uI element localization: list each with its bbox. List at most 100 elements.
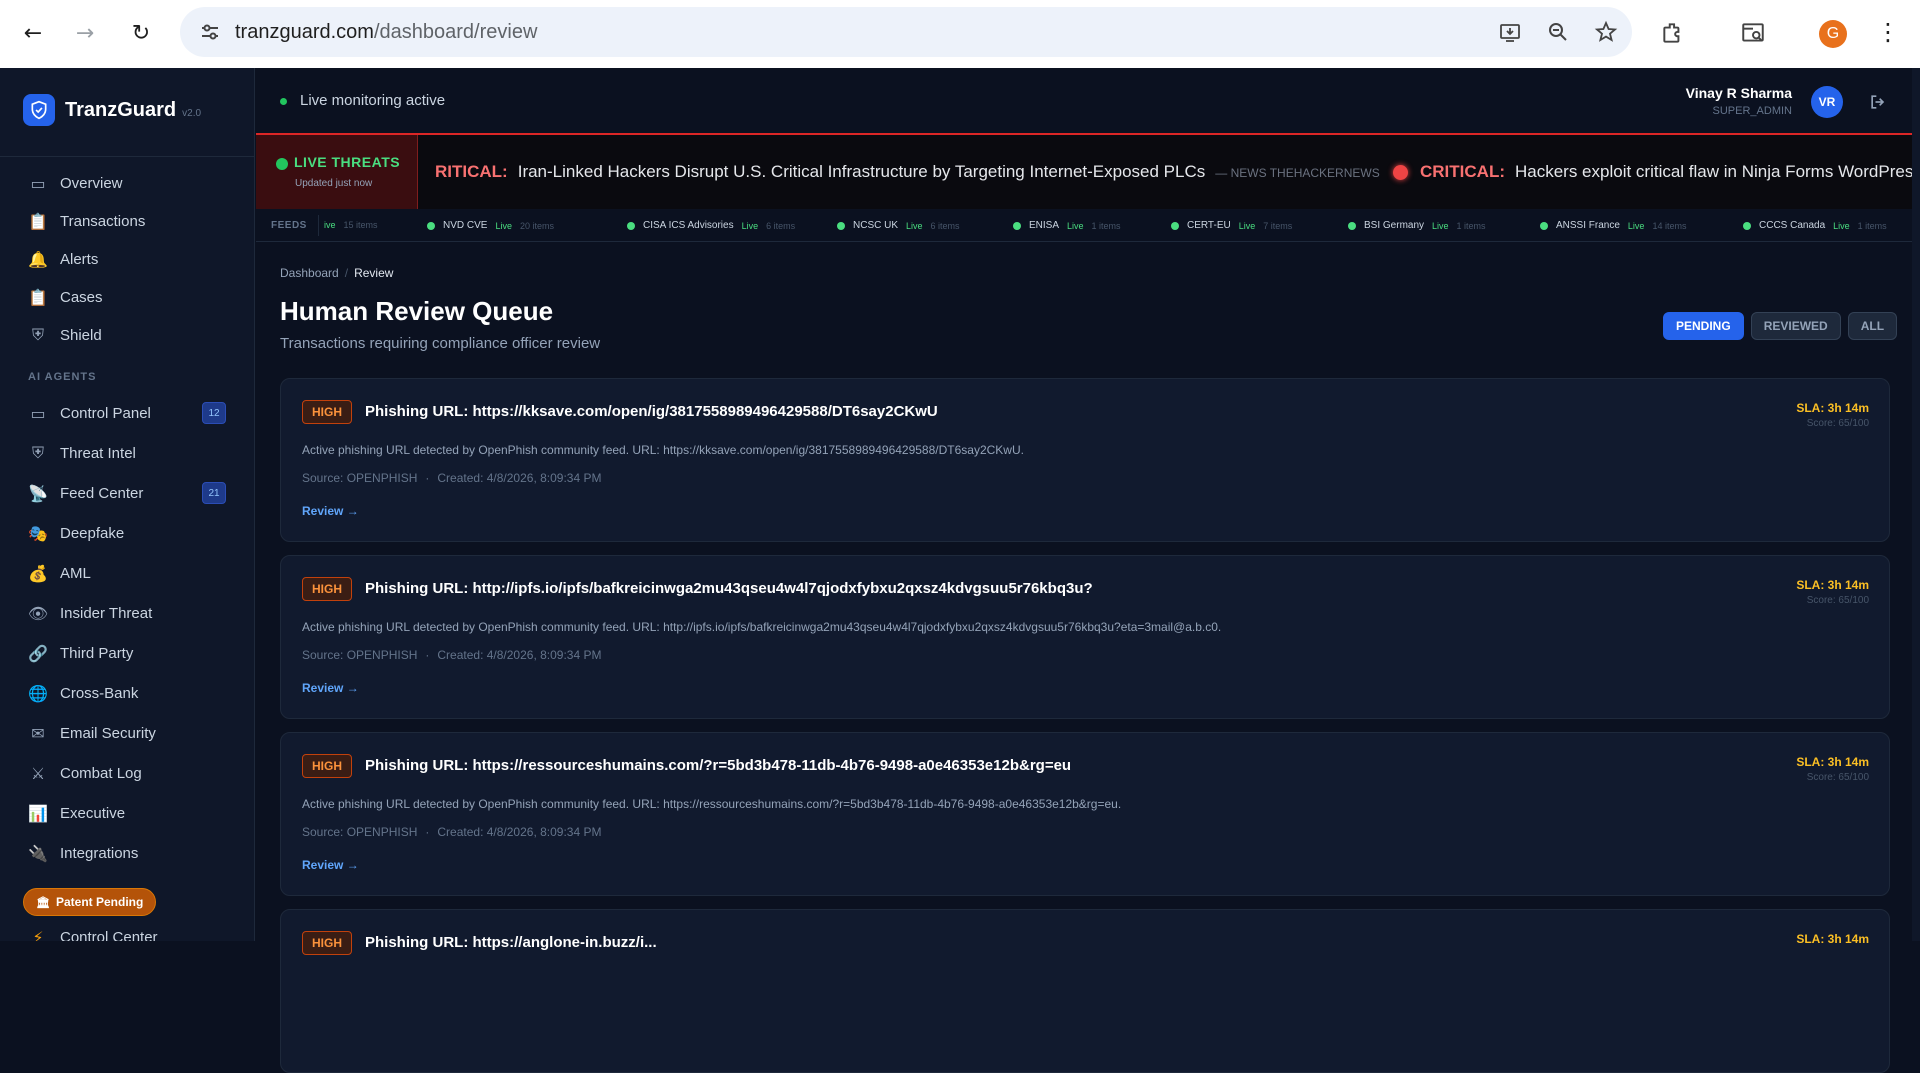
feed-status: Live [495, 220, 512, 231]
review-card[interactable]: HIGH Phishing URL: https://kksave.com/ope… [280, 378, 1890, 542]
ticker-item[interactable]: RITICAL: Iran-Linked Hackers Disrupt U.S.… [435, 162, 1380, 182]
sidebar-item-email-security[interactable]: ✉ Email Security [28, 718, 228, 748]
feed-name: ENISA [1029, 220, 1060, 231]
sidebar-item-label: Cross-Bank [60, 684, 139, 702]
severity-badge: HIGH [302, 400, 352, 424]
extensions-icon[interactable] [1660, 20, 1686, 46]
feed-count: 6 items [930, 220, 960, 231]
feed-status-dot [1743, 221, 1751, 230]
reload-icon[interactable]: ↻ [124, 16, 158, 50]
sidebar-item-transactions[interactable]: 📋 Transactions [28, 206, 228, 236]
review-link[interactable]: Review → [302, 504, 359, 518]
sla-timer: SLA: 3h 14m [1796, 401, 1869, 415]
sidebar-item-label: Insider Threat [60, 604, 153, 622]
feed-status: Live [1067, 220, 1084, 231]
feed-name: CCCS Canada [1759, 220, 1826, 231]
back-icon[interactable]: ← [16, 16, 50, 50]
sidebar-item-deepfake[interactable]: 🎭 Deepfake [28, 518, 228, 548]
feed-item[interactable]: CCCS Canada Live 1 items [1743, 220, 1887, 231]
feed-name: CISA ICS Advisories [643, 220, 734, 231]
feed-count: 7 items [1263, 220, 1293, 231]
card-description: Active phishing URL detected by OpenPhis… [302, 797, 1122, 811]
browser-menu-icon[interactable]: ⋮ [1876, 18, 1900, 46]
card-source: Source: OPENPHISH [302, 648, 418, 662]
sidebar-item-shield[interactable]: ⛨ Shield [28, 320, 228, 350]
sidebar-item-control-panel[interactable]: ▭ Control Panel [28, 398, 228, 428]
feed-item[interactable]: ANSSI France Live 14 items [1540, 220, 1686, 231]
filter-pending-button[interactable]: PENDING [1663, 312, 1744, 340]
logout-icon[interactable] [1868, 92, 1888, 112]
ticker-title: LIVE THREATS [294, 154, 401, 170]
sidebar-item-label: Alerts [60, 250, 99, 268]
swords-icon: ⚔ [30, 763, 46, 783]
sidebar-item-label: Control Panel [60, 404, 151, 422]
card-meta: Source: OPENPHISH · Created: 4/8/2026, 8:0… [302, 471, 602, 485]
forward-icon[interactable]: → [68, 16, 102, 50]
sidebar-item-threat-intel[interactable]: ⛨ Threat Intel [28, 438, 228, 468]
ticker-item[interactable]: CRITICAL: Hackers exploit critical flaw i… [1420, 162, 1920, 182]
card-created: Created: 4/8/2026, 8:09:34 PM [437, 471, 602, 485]
user-avatar[interactable]: VR [1811, 86, 1843, 118]
patent-pending-badge[interactable]: 🏛 Patent Pending [23, 888, 157, 916]
review-card[interactable]: HIGH Phishing URL: http://ipfs.io/ipfs/ba… [280, 555, 1890, 719]
review-link[interactable]: Review → [302, 858, 359, 872]
review-card[interactable]: HIGH Phishing URL: https://anglone-in.buz… [280, 909, 1890, 1073]
feed-status-dot [427, 221, 435, 230]
review-card[interactable]: HIGH Phishing URL: https://ressourceshuma… [280, 732, 1890, 896]
sidebar-item-cases[interactable]: 📋 Cases [28, 282, 228, 312]
card-source: Source: OPENPHISH [302, 471, 418, 485]
shield-logo-icon [23, 94, 55, 126]
filter-all-button[interactable]: ALL [1847, 312, 1898, 340]
review-link[interactable]: Review → [302, 681, 359, 695]
feed-item[interactable]: BSI Germany Live 1 items [1348, 220, 1486, 231]
feed-count: 1 items [1091, 220, 1121, 231]
sidebar-item-alerts[interactable]: 🔔 Alerts [28, 244, 228, 274]
brand[interactable]: TranzGuard v2.0 [23, 94, 201, 126]
sidebar-item-feed-center[interactable]: 📡 Feed Center [28, 478, 228, 508]
live-threats-ticker: LIVE THREATS Updated just now RITICAL: Ir… [256, 133, 1920, 209]
user-role: SUPER_ADMIN [1712, 105, 1792, 117]
sidebar-item-aml[interactable]: 💰 AML [28, 558, 228, 588]
feed-item[interactable]: CISA ICS Advisories Live 6 items [627, 220, 795, 231]
sidebar-item-label: Integrations [60, 844, 139, 862]
sidebar-item-cross-bank[interactable]: 🌐 Cross-Bank [28, 678, 228, 708]
ticker-headline: Iran-Linked Hackers Disrupt U.S. Critica… [517, 162, 1206, 181]
sidebar-item-label: AML [60, 564, 91, 582]
card-meta: Source: OPENPHISH · Created: 4/8/2026, 8:0… [302, 648, 602, 662]
site-settings-icon[interactable] [198, 20, 222, 44]
divider [0, 156, 254, 157]
sidebar-item-label: Cases [60, 288, 103, 306]
address-bar[interactable]: tranzguard.com/dashboard/review [180, 7, 1632, 57]
filter-reviewed-button[interactable]: REVIEWED [1750, 312, 1841, 340]
feed-item[interactable]: NCSC UK Live 6 items [837, 220, 960, 231]
sidebar-item-integrations[interactable]: 🔌 Integrations [28, 838, 228, 868]
filter-tabs: PENDING REVIEWED ALL [1663, 312, 1898, 340]
sidebar-item-executive[interactable]: 📊 Executive [28, 798, 228, 828]
card-created: Created: 4/8/2026, 8:09:34 PM [437, 648, 602, 662]
zoom-icon[interactable] [1546, 20, 1570, 44]
feed-item[interactable]: NVD CVE Live 20 items [427, 220, 554, 231]
sidebar-item-label: Transactions [60, 212, 146, 230]
feed-name: CERT-EU [1187, 220, 1231, 231]
sidebar-item-insider-threat[interactable]: 👁 Insider Threat [28, 598, 228, 628]
sidebar-item-combat-log[interactable]: ⚔ Combat Log [28, 758, 228, 788]
card-title: Phishing URL: https://kksave.com/open/ig… [365, 403, 938, 420]
tab-search-icon[interactable] [1740, 20, 1766, 46]
breadcrumb: Dashboard / Review [280, 266, 394, 280]
satellite-icon: 📡 [28, 483, 48, 503]
sidebar-item-control-center[interactable]: ⚡ Control Center [28, 922, 228, 942]
install-app-icon[interactable] [1498, 20, 1522, 44]
sidebar-item-overview[interactable]: ▭ Overview [28, 168, 228, 198]
profile-avatar[interactable]: G [1819, 20, 1847, 48]
breadcrumb-dashboard[interactable]: Dashboard [280, 266, 339, 280]
scrollbar[interactable] [1912, 68, 1920, 941]
feed-count: 14 items [1652, 220, 1687, 231]
bookmark-star-icon[interactable] [1594, 20, 1618, 44]
url-text: tranzguard.com/dashboard/review [235, 21, 538, 43]
feed-item[interactable]: ive 15 items [316, 220, 378, 230]
feed-name: NVD CVE [443, 220, 488, 231]
feed-item[interactable]: CERT-EU Live 7 items [1171, 220, 1292, 231]
feed-item[interactable]: ENISA Live 1 items [1013, 220, 1121, 231]
sidebar-item-third-party[interactable]: 🔗 Third Party [28, 638, 228, 668]
sla-timer: SLA: 3h 14m [1796, 932, 1869, 946]
